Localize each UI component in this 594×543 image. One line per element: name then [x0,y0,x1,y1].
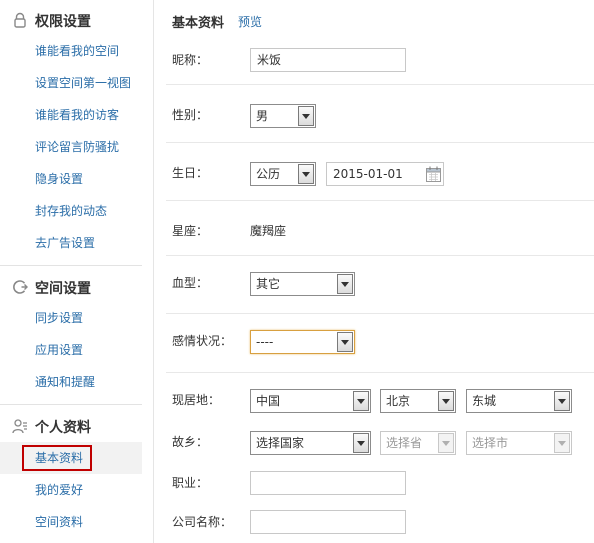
chevron-down-icon[interactable] [298,164,314,184]
gender-label: 性别： [172,108,209,122]
zodiac-value: 魔羯座 [250,224,287,238]
company-input[interactable] [250,510,406,534]
profile-settings-page: 权限设置 谁能看我的空间 设置空间第一视图 谁能看我的访客 评论留言防骚扰 隐身… [0,0,594,543]
field-divider [166,372,594,373]
chevron-down-icon[interactable] [438,433,454,453]
hometown-province-select[interactable]: 选择省 [380,431,456,455]
hometown-country-value: 选择国家 [256,436,305,450]
current-city-value: 东城 [472,394,497,408]
user-profile-icon [12,419,27,434]
blood-type-value: 其它 [256,277,281,291]
field-divider [166,84,594,85]
birthday-label: 生日： [172,166,209,180]
calendar-type-value: 公历 [256,167,281,181]
sidebar-separator [153,0,154,543]
current-province-value: 北京 [386,394,411,408]
current-country-value: 中国 [256,394,281,408]
hometown-label: 故乡： [172,435,209,449]
sidebar-item-invisible[interactable]: 隐身设置 [35,171,83,187]
sidebar-section-privacy: 权限设置 [0,8,142,32]
field-divider [166,142,594,143]
sidebar-item-notifications[interactable]: 通知和提醒 [35,374,95,390]
sidebar-section-title: 个人资料 [35,420,91,436]
current-city-select[interactable]: 东城 [466,389,572,413]
nickname-input[interactable]: 米饭 [250,48,406,72]
preview-link[interactable]: 预览 [238,13,262,30]
chevron-down-icon[interactable] [554,433,570,453]
chevron-down-icon[interactable] [438,391,454,411]
calendar-type-select[interactable]: 公历 [250,162,316,186]
birthday-date-value: 2015-01-01 [333,167,403,181]
space-settings-icon [13,280,28,294]
sidebar-section-profile: 个人资料 [0,414,142,438]
sidebar-section-space: 空间设置 [0,275,142,299]
hometown-city-value: 选择市 [472,436,509,450]
sidebar-item-sync[interactable]: 同步设置 [35,310,83,326]
chevron-down-icon[interactable] [298,106,314,126]
sidebar-item-archive-feed[interactable]: 封存我的动态 [35,203,107,219]
sidebar-item-apps[interactable]: 应用设置 [35,342,83,358]
sidebar-item-space-visibility[interactable]: 谁能看我的空间 [35,43,119,59]
sidebar-section-title: 空间设置 [35,281,91,297]
chevron-down-icon[interactable] [337,332,353,352]
relationship-value: ---- [256,335,274,349]
chevron-down-icon[interactable] [337,274,353,294]
nickname-value: 米饭 [257,53,282,67]
blood-type-label: 血型： [172,276,209,290]
hometown-province-value: 选择省 [386,436,423,450]
sidebar: 权限设置 谁能看我的空间 设置空间第一视图 谁能看我的访客 评论留言防骚扰 隐身… [0,0,142,543]
hometown-country-select[interactable]: 选择国家 [250,431,371,455]
field-divider [166,200,594,201]
page-title: 基本资料 [172,16,225,31]
current-country-select[interactable]: 中国 [250,389,371,413]
gender-select[interactable]: 男 [250,104,316,128]
occupation-label: 职业： [172,476,209,490]
sidebar-item-ad-settings[interactable]: 去广告设置 [35,235,95,251]
gender-value: 男 [256,109,269,123]
blood-type-select[interactable]: 其它 [250,272,355,296]
lock-icon [14,12,26,28]
sidebar-section-title: 权限设置 [35,14,91,30]
hometown-city-select[interactable]: 选择市 [466,431,572,455]
company-label: 公司名称： [172,515,233,529]
sidebar-divider [0,404,142,405]
sidebar-item-anti-harassment[interactable]: 评论留言防骚扰 [35,139,119,155]
sidebar-item-space-info[interactable]: 空间资料 [35,514,83,530]
relationship-select[interactable]: ---- [250,330,355,354]
nickname-label: 昵称： [172,53,209,67]
current-location-label: 现居地： [172,393,221,407]
relationship-label: 感情状况： [172,334,233,348]
occupation-input[interactable] [250,471,406,495]
calendar-icon[interactable] [426,166,441,182]
field-divider [166,313,594,314]
sidebar-divider [0,265,142,266]
sidebar-item-hobbies[interactable]: 我的爱好 [35,482,83,498]
zodiac-label: 星座： [172,224,209,238]
sidebar-item-first-view[interactable]: 设置空间第一视图 [35,75,131,91]
chevron-down-icon[interactable] [554,391,570,411]
sidebar-item-visitor-visibility[interactable]: 谁能看我的访客 [35,107,119,123]
chevron-down-icon[interactable] [353,391,369,411]
sidebar-item-basic-info[interactable]: 基本资料 [35,450,83,466]
field-divider [166,255,594,256]
chevron-down-icon[interactable] [353,433,369,453]
current-province-select[interactable]: 北京 [380,389,456,413]
